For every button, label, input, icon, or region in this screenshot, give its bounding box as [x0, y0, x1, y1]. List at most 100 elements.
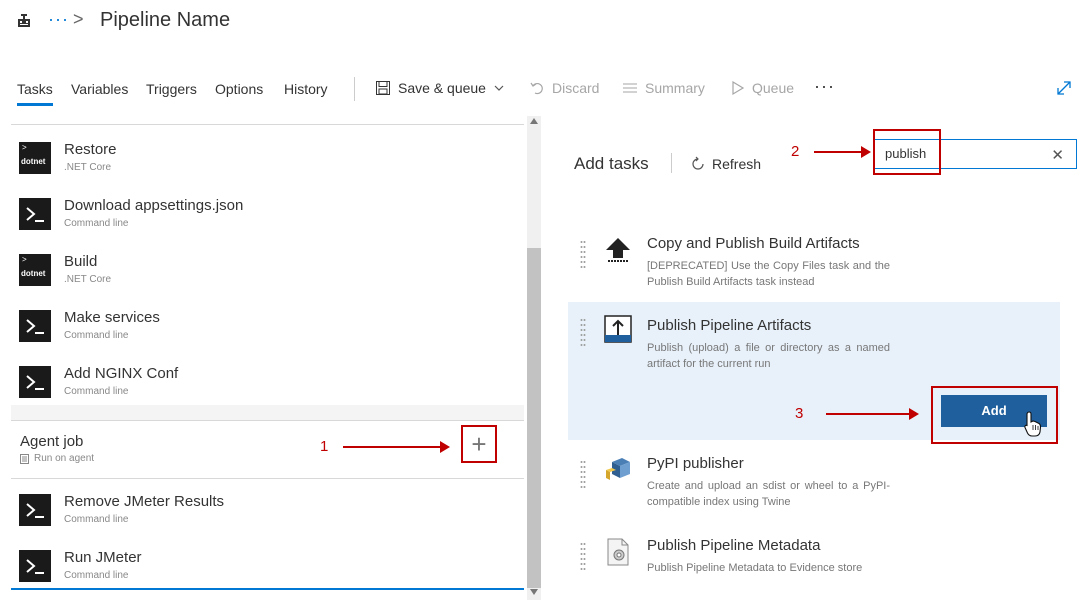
tab-history[interactable]: History — [284, 81, 328, 97]
refresh-label: Refresh — [712, 156, 762, 172]
server-icon — [20, 454, 29, 464]
tab-options[interactable]: Options — [215, 81, 263, 97]
upload-arrow-icon — [606, 238, 630, 262]
breadcrumb-separator: > — [73, 9, 84, 29]
tab-triggers[interactable]: Triggers — [146, 81, 197, 97]
metadata-document-icon — [607, 538, 629, 566]
scroll-up-icon[interactable] — [530, 118, 538, 124]
task-name: Add NGINX Conf — [64, 365, 179, 382]
task-type: .NET Core — [64, 274, 112, 285]
summary-label: Summary — [645, 80, 705, 96]
annotation-highlight — [931, 386, 1058, 444]
discard-button[interactable]: Discard — [529, 80, 599, 96]
top-bar: ··· > Pipeline Name — [0, 0, 1083, 48]
publish-artifact-icon — [604, 315, 632, 343]
python-package-icon — [606, 458, 630, 480]
drag-handle-icon[interactable] — [580, 318, 586, 348]
divider — [11, 420, 524, 421]
save-queue-label: Save & queue — [398, 80, 486, 96]
task-type: .NET Core — [64, 162, 112, 173]
queue-button[interactable]: Queue — [731, 80, 794, 96]
task-name: Build — [64, 253, 98, 270]
summary-button[interactable]: Summary — [622, 80, 705, 96]
task-description: Publish Pipeline Metadata to Evidence st… — [647, 562, 863, 574]
page-title[interactable]: Pipeline Name — [100, 9, 230, 32]
add-task-button[interactable]: + — [461, 425, 497, 463]
breadcrumb-more[interactable]: ··· — [48, 9, 69, 30]
section-gap — [11, 405, 524, 421]
more-actions-button[interactable]: ··· — [814, 76, 835, 97]
agent-job-title: Agent job — [20, 433, 84, 450]
annotation-arrow — [343, 446, 443, 448]
active-tab-indicator — [17, 103, 53, 106]
task-result-publish-pipeline-metadata[interactable]: Publish Pipeline Metadata Publish Pipeli… — [568, 530, 1060, 596]
task-item-make-services[interactable]: Make services Command line — [11, 296, 524, 352]
dotnet-icon: > dotnet — [19, 254, 51, 286]
annotation-arrow — [814, 151, 864, 153]
scrollbar-thumb[interactable] — [527, 248, 541, 588]
save-queue-button[interactable]: Save & queue — [375, 80, 505, 96]
task-item-build[interactable]: > dotnet Build .NET Core — [11, 240, 524, 296]
agent-job-subtitle: Run on agent — [34, 453, 95, 464]
annotation-2: 2 — [791, 143, 800, 160]
list-icon — [623, 83, 637, 93]
task-description: Create and upload an sdist or wheel to a… — [647, 480, 890, 508]
task-description: [DEPRECATED] Use the Copy Files task and… — [647, 260, 890, 288]
task-item-restore[interactable]: > dotnet Restore .NET Core — [11, 128, 524, 184]
refresh-button[interactable]: Refresh — [690, 156, 761, 172]
command-line-icon — [19, 550, 51, 582]
task-name: Remove JMeter Results — [64, 493, 225, 510]
annotation-3: 3 — [795, 405, 804, 422]
clear-search-icon[interactable]: ✕ — [1051, 146, 1064, 164]
task-result-pypi-publisher[interactable]: PyPI publisher Create and upload an sdis… — [568, 448, 1060, 534]
refresh-icon — [692, 156, 704, 170]
queue-label: Queue — [752, 80, 795, 96]
dotnet-icon: > dotnet — [19, 142, 51, 174]
task-type: Command line — [64, 330, 129, 341]
tab-variables[interactable]: Variables — [71, 81, 128, 97]
discard-label: Discard — [552, 80, 600, 96]
expand-icon[interactable] — [1056, 80, 1072, 96]
play-icon — [732, 80, 745, 96]
annotation-arrow — [826, 413, 912, 415]
task-name: Make services — [64, 309, 160, 326]
command-line-icon — [19, 310, 51, 342]
arrowhead-icon — [440, 441, 450, 453]
task-item-add-nginx-conf[interactable]: Add NGINX Conf Command line — [11, 352, 524, 408]
drag-handle-icon[interactable] — [580, 542, 586, 572]
tab-tasks[interactable]: Tasks — [17, 81, 53, 97]
task-name: Run JMeter — [64, 549, 142, 566]
task-title: Publish Pipeline Metadata — [647, 537, 821, 554]
task-title: PyPI publisher — [647, 455, 744, 472]
annotation-highlight — [873, 129, 941, 175]
save-icon — [376, 81, 390, 95]
undo-icon — [530, 82, 543, 95]
task-title: Publish Pipeline Artifacts — [647, 317, 812, 334]
command-line-icon — [19, 494, 51, 526]
task-name: Download appsettings.json — [64, 197, 244, 214]
command-line-icon — [19, 366, 51, 398]
task-description: Publish (upload) a file or directory as … — [647, 342, 890, 370]
task-type: Command line — [64, 386, 129, 397]
task-type: Command line — [64, 218, 129, 229]
command-line-icon — [19, 198, 51, 230]
scroll-down-icon[interactable] — [530, 589, 538, 595]
task-title: Copy and Publish Build Artifacts — [647, 235, 860, 252]
pipeline-icon[interactable] — [16, 13, 32, 29]
arrowhead-icon — [909, 408, 919, 420]
annotation-1: 1 — [320, 438, 329, 455]
add-tasks-title: Add tasks — [574, 154, 649, 173]
task-item-download-appsettings[interactable]: Download appsettings.json Command line — [11, 184, 524, 240]
chevron-down-icon — [494, 85, 504, 91]
divider — [671, 153, 672, 173]
toolbar-divider — [354, 77, 355, 101]
drag-handle-icon[interactable] — [580, 240, 586, 270]
task-item-remove-jmeter-results[interactable]: Remove JMeter Results Command line — [11, 480, 524, 536]
task-type: Command line — [64, 570, 129, 581]
drag-handle-icon[interactable] — [580, 460, 586, 490]
task-type: Command line — [64, 514, 129, 525]
task-item-run-jmeter[interactable]: Run JMeter Command line — [11, 536, 524, 592]
arrowhead-icon — [861, 146, 871, 158]
task-name: Restore — [64, 141, 117, 158]
selection-underline — [11, 588, 524, 590]
